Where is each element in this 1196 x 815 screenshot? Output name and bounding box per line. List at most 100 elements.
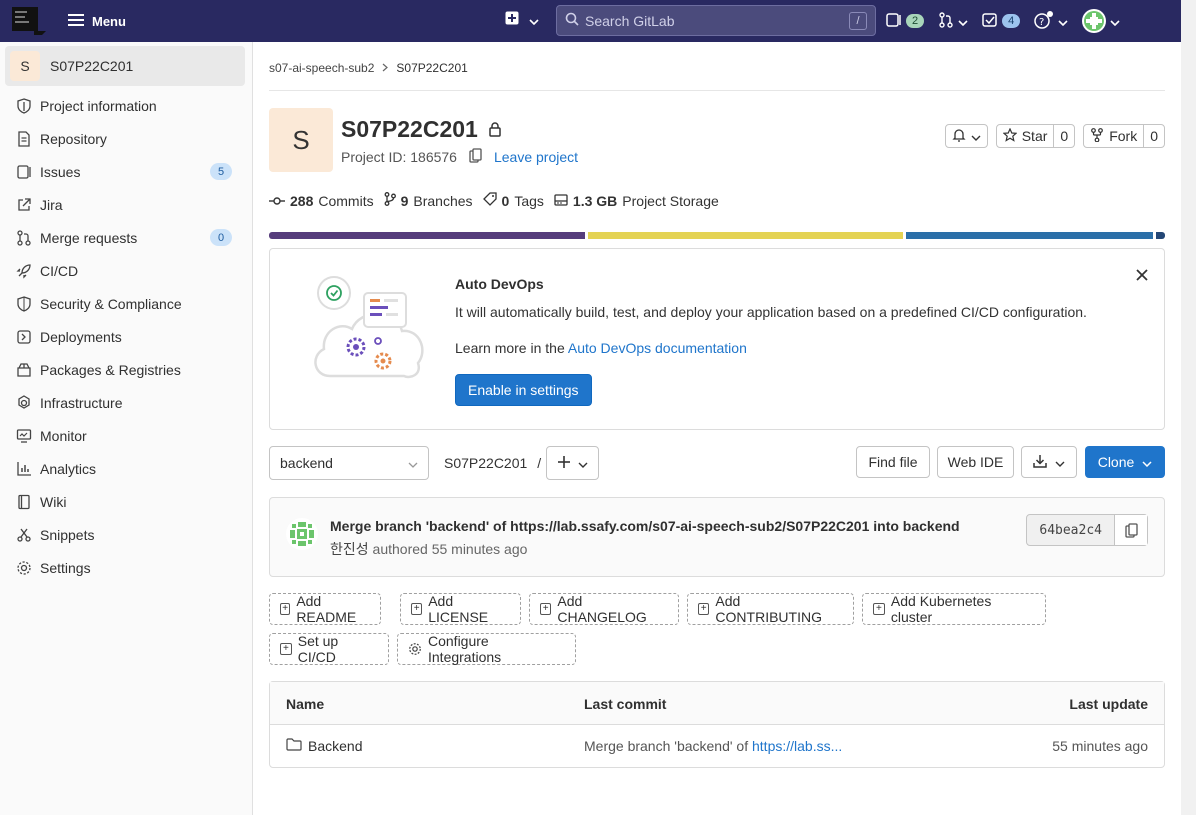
star-button[interactable]: Star	[997, 125, 1054, 147]
page-scrollbar[interactable]	[1181, 0, 1196, 815]
commits-stat[interactable]: 288 Commits	[269, 193, 374, 209]
web-ide-button[interactable]: Web IDE	[937, 446, 1014, 478]
merge-requests-nav-button[interactable]	[938, 11, 968, 31]
fork-count[interactable]: 0	[1143, 125, 1164, 147]
help-nav-button[interactable]: ?	[1034, 10, 1068, 32]
commit-sha-link[interactable]: 64bea2c4	[1027, 515, 1115, 545]
copy-sha-icon[interactable]	[1115, 515, 1147, 545]
commit-author-avatar[interactable]	[286, 518, 318, 550]
repo-path-link[interactable]: S07P22C201	[444, 455, 527, 471]
issues-nav-button[interactable]: 2	[886, 12, 925, 31]
sidebar-item-deployments[interactable]: Deployments	[0, 320, 253, 353]
sidebar-item-label: Jira	[40, 196, 63, 213]
download-dropdown[interactable]	[1021, 446, 1077, 478]
sidebar-item-snippets[interactable]: Snippets	[0, 518, 253, 551]
repository-languages-bar[interactable]	[269, 232, 1165, 239]
commit-author-link[interactable]: 한진성	[330, 541, 369, 557]
sidebar-item-infrastructure[interactable]: Infrastructure	[0, 386, 253, 419]
quick-action-add-kubernetes-cluster[interactable]: + Add Kubernetes cluster	[862, 593, 1046, 625]
plus-square-icon: +	[411, 603, 423, 615]
branch-selector[interactable]: backend	[269, 446, 429, 480]
leave-project-link[interactable]: Leave project	[494, 149, 578, 165]
external-link-icon	[16, 197, 32, 213]
top-navbar: Menu Search GitLab / 2 4 ?	[0, 0, 1181, 42]
search-input[interactable]: Search GitLab /	[556, 5, 876, 36]
language-segment[interactable]	[587, 232, 904, 239]
enable-in-settings-button[interactable]: Enable in settings	[455, 374, 592, 406]
sidebar-item-label: Analytics	[40, 460, 97, 477]
sidebar-item-repository[interactable]: Repository	[0, 122, 253, 155]
hamburger-icon	[68, 13, 84, 30]
breadcrumb-parent-link[interactable]: s07-ai-speech-sub2	[269, 61, 374, 75]
commits-label: Commits	[318, 192, 374, 209]
sidebar-item-merge-requests[interactable]: Merge requests 0	[0, 221, 253, 254]
user-menu-button[interactable]	[1082, 9, 1120, 33]
storage-stat[interactable]: 1.3 GB Project Storage	[554, 193, 719, 209]
sidebar-item-packages-registries[interactable]: Packages & Registries	[0, 353, 253, 386]
tags-stat[interactable]: 0 Tags	[482, 192, 544, 209]
notifications-dropdown[interactable]	[944, 124, 988, 148]
find-file-button[interactable]: Find file	[856, 446, 930, 478]
sidebar-item-analytics[interactable]: Analytics	[0, 452, 253, 485]
copy-icon[interactable]	[469, 148, 482, 166]
table-row[interactable]: Backend Merge branch 'backend' of https:…	[270, 725, 1164, 768]
devops-docs-link[interactable]: Auto DevOps documentation	[568, 340, 747, 356]
menu-button[interactable]: Menu	[68, 10, 126, 32]
chevron-down-icon	[1110, 13, 1120, 29]
quick-action-add-contributing[interactable]: + Add CONTRIBUTING	[687, 593, 854, 625]
gitlab-logo[interactable]	[12, 7, 46, 35]
last-commit-text[interactable]: Merge branch 'backend' of	[584, 738, 752, 754]
project-actions: Star 0 Fork 0	[944, 124, 1165, 148]
last-commit-link[interactable]: https://lab.ss...	[752, 738, 842, 754]
close-icon[interactable]	[1136, 265, 1148, 286]
project-name: S07P22C201	[341, 116, 478, 142]
clone-dropdown[interactable]: Clone	[1085, 446, 1165, 478]
language-segment[interactable]	[1156, 232, 1165, 239]
quick-action-add-changelog[interactable]: + Add CHANGELOG	[529, 593, 679, 625]
project-avatar-large: S	[269, 108, 333, 172]
commit-message-link[interactable]: Merge branch 'backend' of https://lab.ss…	[330, 518, 960, 534]
fork-button[interactable]: Fork	[1084, 125, 1143, 147]
sidebar-item-ci-cd[interactable]: CI/CD	[0, 254, 253, 287]
tree-item-name[interactable]: Backend	[286, 738, 362, 754]
rocket-icon	[16, 263, 32, 279]
sidebar-item-jira[interactable]: Jira	[0, 188, 253, 221]
storage-size: 1.3 GB	[572, 192, 618, 209]
sidebar-item-label: CI/CD	[40, 262, 79, 279]
star-button-group[interactable]: Star 0	[995, 124, 1076, 148]
sidebar-project-header[interactable]: S S07P22C201	[5, 46, 245, 86]
path-separator: /	[537, 455, 542, 471]
add-to-tree-dropdown[interactable]	[546, 446, 599, 480]
chevron-down-icon	[1055, 454, 1065, 470]
todos-nav-button[interactable]: 4	[982, 12, 1021, 31]
language-segment[interactable]	[906, 232, 1153, 239]
quick-action-add-readme[interactable]: + Add README	[269, 593, 381, 625]
menu-label: Menu	[92, 13, 126, 29]
fork-button-group[interactable]: Fork 0	[1083, 124, 1165, 148]
sidebar-item-project-information[interactable]: Project information	[0, 89, 253, 122]
language-segment[interactable]	[269, 232, 585, 239]
sidebar-item-wiki[interactable]: Wiki	[0, 485, 253, 518]
branches-stat[interactable]: 9 Branches	[384, 192, 473, 209]
plus-square-icon: +	[698, 603, 710, 615]
quick-action-set-up-ci-cd[interactable]: + Set up CI/CD	[269, 633, 389, 665]
sidebar-item-security-compliance[interactable]: Security & Compliance	[0, 287, 253, 320]
quick-action-configure-integrations[interactable]: Configure Integrations	[397, 633, 576, 665]
quick-action-label: Set up CI/CD	[297, 633, 339, 665]
branch-name: backend	[280, 455, 333, 471]
quick-action-add-license[interactable]: + Add LICENSE	[400, 593, 521, 625]
breadcrumb-current[interactable]: S07P22C201	[396, 61, 467, 75]
project-sidebar: S S07P22C201 Project information Reposito…	[0, 42, 253, 815]
star-label: Star	[1021, 128, 1048, 144]
tree-item-updated: 55 minutes ago	[1052, 738, 1148, 754]
new-dropdown[interactable]	[505, 11, 539, 28]
devops-description: It will automatically build, test, and d…	[455, 304, 1087, 320]
sidebar-item-issues[interactable]: Issues 5	[0, 155, 253, 188]
star-count[interactable]: 0	[1053, 125, 1074, 147]
sidebar-item-monitor[interactable]: Monitor	[0, 419, 253, 452]
sidebar-item-settings[interactable]: Settings	[0, 551, 253, 584]
sidebar-count-badge: 5	[210, 163, 232, 180]
tags-count: 0	[501, 192, 510, 209]
project-id: Project ID: 186576	[341, 149, 457, 165]
sidebar-count-badge: 0	[210, 229, 232, 246]
